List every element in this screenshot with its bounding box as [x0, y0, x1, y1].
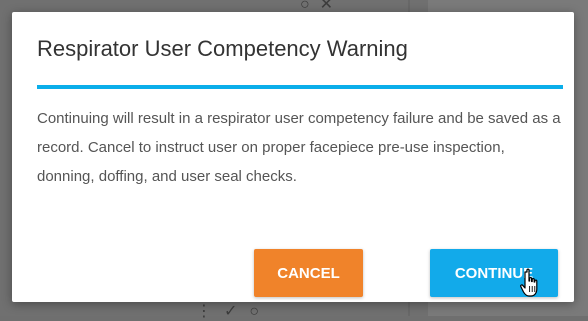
- warning-dialog: Respirator User Competency Warning Conti…: [12, 12, 574, 302]
- dialog-title: Respirator User Competency Warning: [37, 36, 408, 61]
- cancel-button[interactable]: CANCEL: [254, 249, 363, 297]
- dialog-message: Continuing will result in a respirator u…: [37, 110, 561, 185]
- title-divider: [37, 85, 563, 89]
- hand-pointer-icon: [520, 268, 538, 297]
- background-icons-bottom: ⋮✓○: [196, 303, 272, 320]
- background-icons-top: ○✕: [300, 0, 343, 13]
